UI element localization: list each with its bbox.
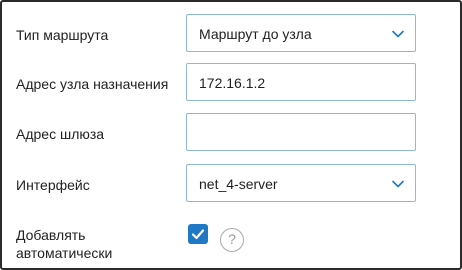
route-type-label: Тип маршрута xyxy=(16,27,109,43)
auto-add-label-line2: автоматически xyxy=(16,245,113,261)
route-type-select[interactable]: Маршрут до узла xyxy=(186,14,416,52)
gateway-address-input[interactable] xyxy=(186,113,416,151)
route-type-value: Маршрут до узла xyxy=(199,26,312,42)
destination-address-value: 172.16.1.2 xyxy=(199,75,266,91)
destination-address-label: Адрес узла назначения xyxy=(16,76,169,92)
chevron-down-icon xyxy=(392,30,404,38)
route-settings-panel: Тип маршрута Маршрут до узла Адрес узла … xyxy=(0,0,462,270)
interface-select[interactable]: net_4-server xyxy=(186,164,416,202)
check-icon xyxy=(191,229,205,240)
help-circle-icon[interactable]: ? xyxy=(220,228,244,252)
gateway-address-label: Адрес шлюза xyxy=(16,126,105,142)
destination-address-input[interactable]: 172.16.1.2 xyxy=(186,63,416,101)
auto-add-label: Добавлять автоматически xyxy=(16,226,112,262)
help-symbol: ? xyxy=(228,231,236,247)
auto-add-checkbox[interactable] xyxy=(188,224,208,244)
interface-value: net_4-server xyxy=(199,176,278,192)
interface-label: Интерфейс xyxy=(16,177,90,193)
auto-add-label-line1: Добавлять xyxy=(16,227,86,243)
chevron-down-icon xyxy=(392,180,404,188)
